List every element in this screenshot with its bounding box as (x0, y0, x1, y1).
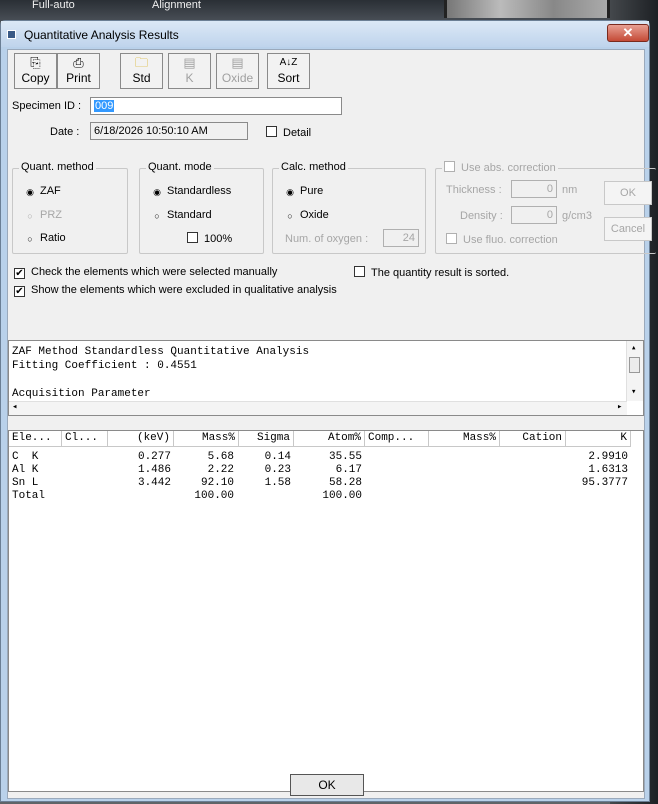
scroll-up-icon[interactable]: ▴ (631, 343, 636, 353)
print-button[interactable]: ⎙ Print (57, 53, 100, 89)
col-header-mass[interactable]: Mass% (174, 431, 239, 447)
show-excluded-checkbox[interactable]: ✔ Show the elements which were excluded i… (14, 284, 337, 297)
sort-az-icon: A↓Z (279, 57, 298, 68)
radio-selected-icon: ◉ (26, 187, 34, 197)
radio-oxide[interactable]: ○ Oxide (285, 209, 328, 222)
quant-method-title: Quant. method (19, 161, 96, 174)
close-button[interactable]: ✕ (607, 24, 649, 42)
quant-method-group: Quant. method ◉ ZAF ○ PRZ ○ Ratio (12, 161, 128, 254)
col-header-cation[interactable]: Cation (500, 431, 566, 447)
radio-pure[interactable]: ◉ Pure (285, 185, 323, 198)
oxide-button[interactable]: ▤ Oxide (216, 53, 259, 89)
std-button[interactable]: 🗀 Std (120, 53, 163, 89)
scroll-left-icon[interactable]: ◂ (12, 402, 17, 412)
radio-empty-icon: ○ (27, 234, 33, 244)
specimen-id-input[interactable]: 009 (90, 97, 342, 115)
background-tab-full-auto[interactable]: Full-auto (32, 0, 75, 12)
scroll-right-icon[interactable]: ▸ (617, 402, 622, 412)
col-header-atom[interactable]: Atom% (294, 431, 365, 447)
radio-selected-icon: ◉ (286, 187, 294, 197)
col-header-comp-mass[interactable]: Mass% (429, 431, 500, 447)
radio-empty-icon: ○ (154, 211, 160, 221)
sorted-checkbox[interactable]: The quantity result is sorted. (354, 266, 509, 280)
quant-mode-title: Quant. mode (146, 161, 214, 174)
printer-icon: ⎙ (73, 55, 84, 70)
thickness-label: Thickness : (446, 184, 502, 196)
specimen-id-value: 009 (94, 100, 115, 112)
dialog-client: ⎘ Copy ⎙ Print 🗀 Std ▤ K ▤ Oxide A↓Z Sor… (7, 49, 656, 799)
thickness-input[interactable]: 0 (511, 180, 557, 198)
report-scroll-thumb[interactable] (629, 357, 640, 373)
density-input[interactable]: 0 (511, 206, 557, 224)
document-icon: ▤ (183, 55, 196, 70)
col-header-k[interactable]: K (566, 431, 631, 447)
date-field: 6/18/2026 10:50:10 AM (90, 122, 248, 140)
radio-zaf[interactable]: ◉ ZAF (25, 185, 61, 198)
percent-100-checkbox[interactable]: 100% (187, 232, 232, 246)
checkmark-icon: ✔ (14, 268, 25, 279)
scroll-down-icon[interactable]: ▾ (631, 387, 636, 397)
radio-ratio[interactable]: ○ Ratio (25, 232, 65, 245)
num-oxygen-label: Num. of oxygen : (285, 233, 369, 245)
quant-results-window: Quantitative Analysis Results ✕ ⎘ Copy ⎙… (0, 20, 656, 802)
copy-icon: ⎘ (30, 55, 41, 70)
abs-correction-checkbox-box (444, 161, 455, 172)
check-manual-checkbox[interactable]: ✔ Check the elements which were selected … (14, 266, 277, 279)
report-line: Acquisition Parameter (12, 388, 151, 400)
radio-prz[interactable]: ○ PRZ (25, 209, 62, 222)
checkmark-icon: ✔ (14, 286, 25, 297)
radio-standard[interactable]: ○ Standard (152, 209, 211, 222)
background-tab-alignment[interactable]: Alignment (152, 0, 201, 12)
abs-cancel-button[interactable]: Cancel (604, 217, 652, 241)
radio-selected-icon: ◉ (153, 187, 161, 197)
percent-100-checkbox-box (187, 232, 198, 243)
col-header-kev[interactable]: (keV) (108, 431, 174, 447)
quant-mode-group: Quant. mode ◉ Standardless ○ Standard 100% (139, 161, 264, 254)
col-header-sigma[interactable]: Sigma (239, 431, 294, 447)
abs-correction-checkbox[interactable]: Use abs. correction (442, 161, 558, 175)
thickness-unit: nm (562, 184, 578, 196)
specimen-id-label: Specimen ID : (12, 100, 82, 112)
abs-correction-group: Use abs. correction Thickness : 0 nm Den… (435, 161, 656, 254)
close-icon: ✕ (622, 25, 634, 40)
window-title: Quantitative Analysis Results (24, 28, 179, 42)
num-oxygen-input[interactable]: 24 (383, 229, 419, 247)
ok-button[interactable]: OK (290, 774, 364, 796)
detail-checkbox-box (266, 126, 277, 137)
report-line: Fitting Coefficient : 0.4551 (12, 360, 197, 372)
results-table[interactable]: Ele... Cl... (keV) Mass% Sigma Atom% Com… (8, 430, 644, 792)
report-text-area[interactable]: ZAF Method Standardless Quantitative Ana… (8, 340, 644, 416)
sorted-checkbox-box (354, 266, 365, 277)
date-label: Date : (50, 126, 80, 138)
fluo-correction-checkbox[interactable]: Use fluo. correction (446, 233, 558, 247)
radio-empty-icon: ○ (27, 211, 33, 221)
copy-button[interactable]: ⎘ Copy (14, 53, 57, 89)
fluo-correction-checkbox-box (446, 233, 457, 244)
col-header-class[interactable]: Cl... (62, 431, 108, 447)
title-bar[interactable]: Quantitative Analysis Results ✕ (1, 21, 649, 47)
date-value: 6/18/2026 10:50:10 AM (94, 125, 208, 137)
k-button[interactable]: ▤ K (168, 53, 211, 89)
report-vertical-scrollbar[interactable]: ▴ ▾ (626, 341, 643, 401)
col-header-compound[interactable]: Comp... (365, 431, 429, 447)
folder-icon: 🗀 (134, 55, 148, 70)
density-label: Density : (460, 210, 503, 222)
report-line: ZAF Method Standardless Quantitative Ana… (12, 346, 310, 358)
calc-method-title: Calc. method (279, 161, 348, 174)
abs-ok-button[interactable]: OK (604, 181, 652, 205)
detail-checkbox[interactable]: Detail (266, 126, 311, 140)
radio-standardless[interactable]: ◉ Standardless (152, 185, 231, 198)
density-unit: g/cm3 (562, 210, 592, 222)
calc-method-group: Calc. method ◉ Pure ○ Oxide Num. of oxygen… (272, 161, 426, 254)
col-header-element[interactable]: Ele... (9, 431, 62, 447)
sort-button[interactable]: A↓Z Sort (267, 53, 310, 89)
window-icon (7, 30, 16, 39)
report-horizontal-scrollbar[interactable]: ◂ ▸ (9, 401, 627, 415)
background-image-preview (444, 0, 610, 18)
radio-empty-icon: ○ (287, 211, 293, 221)
document-icon: ▤ (231, 55, 244, 70)
